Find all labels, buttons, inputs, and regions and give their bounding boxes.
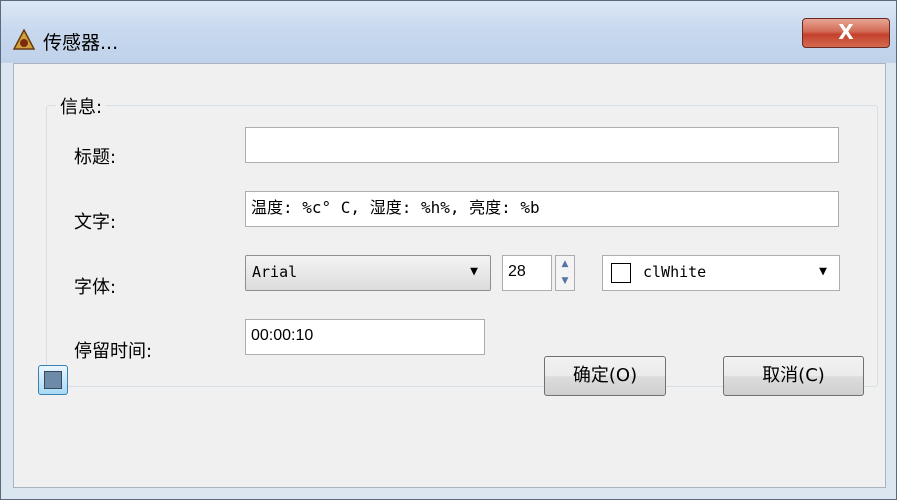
title-label: 标题:	[74, 147, 117, 168]
font-name-value: Arial	[252, 263, 298, 281]
font-color-value: clWhite	[643, 263, 707, 281]
duration-input[interactable]: 00:00:10	[245, 319, 485, 355]
color-swatch	[611, 263, 631, 283]
ok-button[interactable]: 确定(O)	[544, 356, 666, 396]
title-bar[interactable]: 传感器... X	[1, 1, 896, 63]
font-size-input[interactable]: 28	[502, 255, 552, 291]
text-input[interactable]: 温度: %c° C, 湿度: %h%, 亮度: %b	[245, 191, 839, 227]
spin-down-icon[interactable]: ▼	[556, 273, 574, 290]
duration-label: 停留时间:	[74, 341, 153, 362]
font-color-select[interactable]: clWhite ▼	[602, 255, 840, 291]
sensor-app-icon	[13, 29, 35, 50]
cancel-button[interactable]: 取消(C)	[723, 356, 864, 396]
spin-up-icon[interactable]: ▲	[556, 256, 574, 273]
font-label: 字体:	[74, 277, 117, 298]
font-size-stepper[interactable]: ▲ ▼	[555, 255, 575, 291]
sensor-dialog: 传感器... X 信息: 标题: 文字: 温度: %c° C, 湿度: %h%,…	[0, 0, 897, 500]
close-icon: X	[838, 20, 854, 44]
text-label: 文字:	[74, 212, 117, 233]
chevron-down-icon: ▼	[470, 264, 478, 279]
group-label: 信息:	[56, 93, 107, 119]
chevron-down-icon: ▼	[819, 264, 827, 279]
edit-tool-icon	[44, 371, 62, 389]
window-title: 传感器...	[43, 32, 119, 54]
dialog-body: 信息: 标题: 文字: 温度: %c° C, 湿度: %h%, 亮度: %b 字…	[13, 63, 886, 488]
title-input[interactable]	[245, 127, 839, 163]
font-name-select[interactable]: Arial ▼	[245, 255, 491, 291]
tool-button[interactable]	[38, 365, 68, 395]
close-button[interactable]: X	[802, 18, 890, 48]
